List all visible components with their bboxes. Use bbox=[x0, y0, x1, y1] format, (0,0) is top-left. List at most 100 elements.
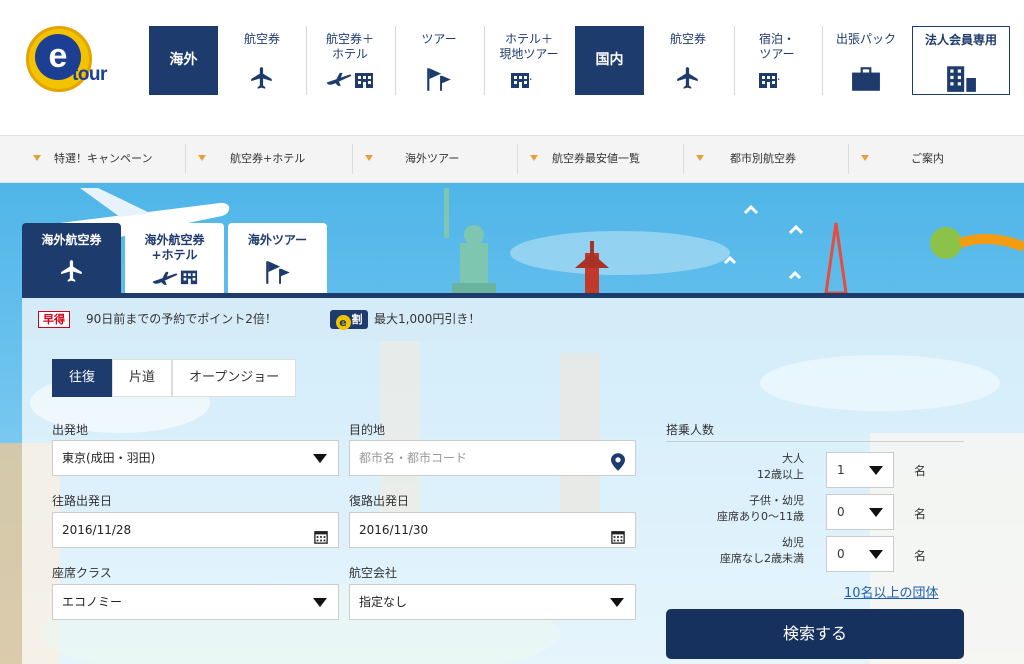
subnav-overseas-tour[interactable]: 海外ツアー bbox=[353, 136, 517, 182]
flag-icon bbox=[403, 67, 475, 91]
infant-label: 幼児 座席なし2歳未満 bbox=[654, 535, 804, 567]
triangle-down-icon bbox=[696, 155, 704, 161]
triangle-down-icon bbox=[33, 155, 41, 161]
origin-select[interactable]: 東京(成田・羽田) bbox=[52, 440, 339, 476]
nav-business-pack[interactable]: 出張パック bbox=[826, 26, 906, 95]
nav-overseas-air[interactable]: 航空券 bbox=[227, 26, 297, 95]
nav-section-overseas[interactable]: 海外 bbox=[149, 26, 218, 95]
adult-count-select[interactable]: 1 bbox=[826, 452, 894, 488]
depart-date-value: 2016/11/28 bbox=[62, 523, 132, 537]
airline-select[interactable]: 指定なし bbox=[349, 584, 636, 620]
search-button[interactable]: 検索する bbox=[666, 609, 964, 659]
group-booking-link[interactable]: 10名以上の団体 bbox=[844, 582, 939, 601]
subnav-label: ご案内 bbox=[911, 152, 944, 165]
nav-divider bbox=[484, 26, 485, 95]
nav-domestic-air[interactable]: 航空券 bbox=[652, 26, 724, 95]
child-unit: 名 bbox=[914, 507, 927, 521]
subnav-label: 航空券+ホテル bbox=[230, 152, 306, 165]
tab-overseas-tour[interactable]: 海外ツアー bbox=[228, 223, 327, 293]
origin-value: 東京(成田・羽田) bbox=[62, 451, 156, 465]
return-date-input[interactable]: 2016/11/30 bbox=[349, 512, 636, 548]
adult-count-value: 1 bbox=[837, 463, 845, 477]
location-pin-icon[interactable] bbox=[611, 450, 625, 484]
nav-section-domestic[interactable]: 国内 bbox=[575, 26, 644, 95]
child-count-value: 0 bbox=[837, 505, 845, 519]
passengers-divider bbox=[666, 441, 964, 442]
child-count-select[interactable]: 0 bbox=[826, 494, 894, 530]
passengers-title: 搭乗人数 bbox=[666, 423, 715, 437]
child-label-line2: 座席あり0〜11歳 bbox=[717, 510, 804, 523]
subnav-city-air[interactable]: 都市別航空券 bbox=[684, 136, 848, 182]
nav-overseas-hotel-localtour[interactable]: ホテル＋ 現地ツアー bbox=[490, 26, 568, 95]
adult-label: 大人 12歳以上 bbox=[654, 451, 804, 483]
tab-overseas-air-hotel[interactable]: 海外航空券 +ホテル bbox=[125, 223, 224, 293]
e-discount-text: 最大1,000円引き！ bbox=[374, 312, 481, 326]
infant-count-select[interactable]: 0 bbox=[826, 536, 894, 572]
nav-divider bbox=[306, 26, 307, 95]
airline-value: 指定なし bbox=[359, 595, 408, 609]
airline-label: 航空会社 bbox=[349, 566, 398, 580]
destination-placeholder: 都市名・都市コード bbox=[359, 451, 468, 465]
triangle-down-icon bbox=[365, 155, 373, 161]
nav-overseas-air-hotel[interactable]: 航空券＋ ホテル bbox=[310, 26, 390, 95]
calendar-icon[interactable] bbox=[314, 523, 328, 557]
tab-overseas-air[interactable]: 海外航空券 bbox=[22, 223, 121, 293]
infant-unit: 名 bbox=[914, 549, 927, 563]
depart-date-label: 往路出発日 bbox=[52, 494, 113, 508]
destination-label: 目的地 bbox=[349, 423, 386, 437]
nav-corporate[interactable]: 法人会員専用 bbox=[912, 26, 1010, 95]
nav-label: 宿泊・ ツアー bbox=[758, 32, 795, 61]
tab-label: 海外ツアー bbox=[247, 233, 308, 247]
origin-label: 出発地 bbox=[52, 423, 89, 437]
plane-icon bbox=[652, 67, 724, 91]
hotel-flag-icon bbox=[740, 67, 814, 91]
caret-down-icon bbox=[869, 550, 883, 559]
trip-type-openjaw[interactable]: オープンジョー bbox=[172, 359, 297, 397]
etour-logo[interactable]: e tour bbox=[26, 26, 110, 98]
nav-label: 法人会員専用 bbox=[924, 33, 997, 47]
nav-label: ホテル＋ 現地ツアー bbox=[499, 32, 559, 61]
calendar-icon[interactable] bbox=[611, 523, 625, 557]
return-date-value: 2016/11/30 bbox=[359, 523, 429, 537]
depart-date-input[interactable]: 2016/11/28 bbox=[52, 512, 339, 548]
infant-label-line1: 幼児 bbox=[782, 536, 804, 549]
infant-label-line2: 座席なし2歳未満 bbox=[720, 552, 804, 565]
child-label-line1: 子供・幼児 bbox=[749, 494, 804, 507]
adult-label-line2: 12歳以上 bbox=[757, 468, 804, 481]
trip-type-roundtrip[interactable]: 往復 bbox=[52, 359, 113, 397]
briefcase-icon bbox=[826, 67, 906, 91]
adult-unit: 名 bbox=[914, 464, 927, 478]
adult-label-line1: 大人 bbox=[782, 452, 804, 465]
tab-label: 海外航空券 bbox=[41, 233, 102, 247]
subnav-label: 都市別航空券 bbox=[730, 152, 796, 165]
nav-divider bbox=[395, 26, 396, 95]
trip-type-oneway[interactable]: 片道 bbox=[112, 359, 173, 397]
destination-input[interactable]: 都市名・都市コード bbox=[349, 440, 636, 476]
nav-label: ツアー bbox=[421, 32, 457, 46]
sub-navigation: 特選！キャンペーン 航空券+ホテル 海外ツアー 航空券最安値一覧 都市別航空券 … bbox=[0, 135, 1024, 183]
nav-section-label: 国内 bbox=[595, 52, 624, 68]
subnav-lowest-fares[interactable]: 航空券最安値一覧 bbox=[518, 136, 683, 182]
flight-search-panel: 早得 90日前までの予約でポイント2倍！ e割 最大1,000円引き！ 往復 片… bbox=[22, 293, 1024, 664]
flag-icon bbox=[228, 259, 327, 285]
subnav-guide[interactable]: ご案内 bbox=[849, 136, 1024, 182]
caret-down-icon bbox=[869, 466, 883, 475]
nav-overseas-tour[interactable]: ツアー bbox=[403, 26, 475, 95]
triangle-down-icon bbox=[861, 155, 869, 161]
triangle-down-icon bbox=[530, 155, 538, 161]
seat-class-value: エコノミー bbox=[62, 595, 123, 609]
nav-domestic-stay-tour[interactable]: 宿泊・ ツアー bbox=[740, 26, 814, 95]
caret-down-icon bbox=[610, 598, 624, 607]
subnav-campaign[interactable]: 特選！キャンペーン bbox=[0, 136, 180, 182]
child-label: 子供・幼児 座席あり0〜11歳 bbox=[654, 493, 804, 525]
seat-class-label: 座席クラス bbox=[52, 566, 112, 580]
caret-down-icon bbox=[869, 508, 883, 517]
nav-label: 航空券＋ ホテル bbox=[325, 32, 374, 61]
plane-icon bbox=[22, 259, 121, 285]
seat-class-select[interactable]: エコノミー bbox=[52, 584, 339, 620]
early-bird-badge: 早得 bbox=[38, 311, 70, 328]
subnav-air-hotel[interactable]: 航空券+ホテル bbox=[186, 136, 352, 182]
trip-type-tabs: 往復 片道 オープンジョー bbox=[52, 359, 297, 397]
triangle-down-icon bbox=[198, 155, 206, 161]
caret-down-icon bbox=[313, 454, 327, 463]
